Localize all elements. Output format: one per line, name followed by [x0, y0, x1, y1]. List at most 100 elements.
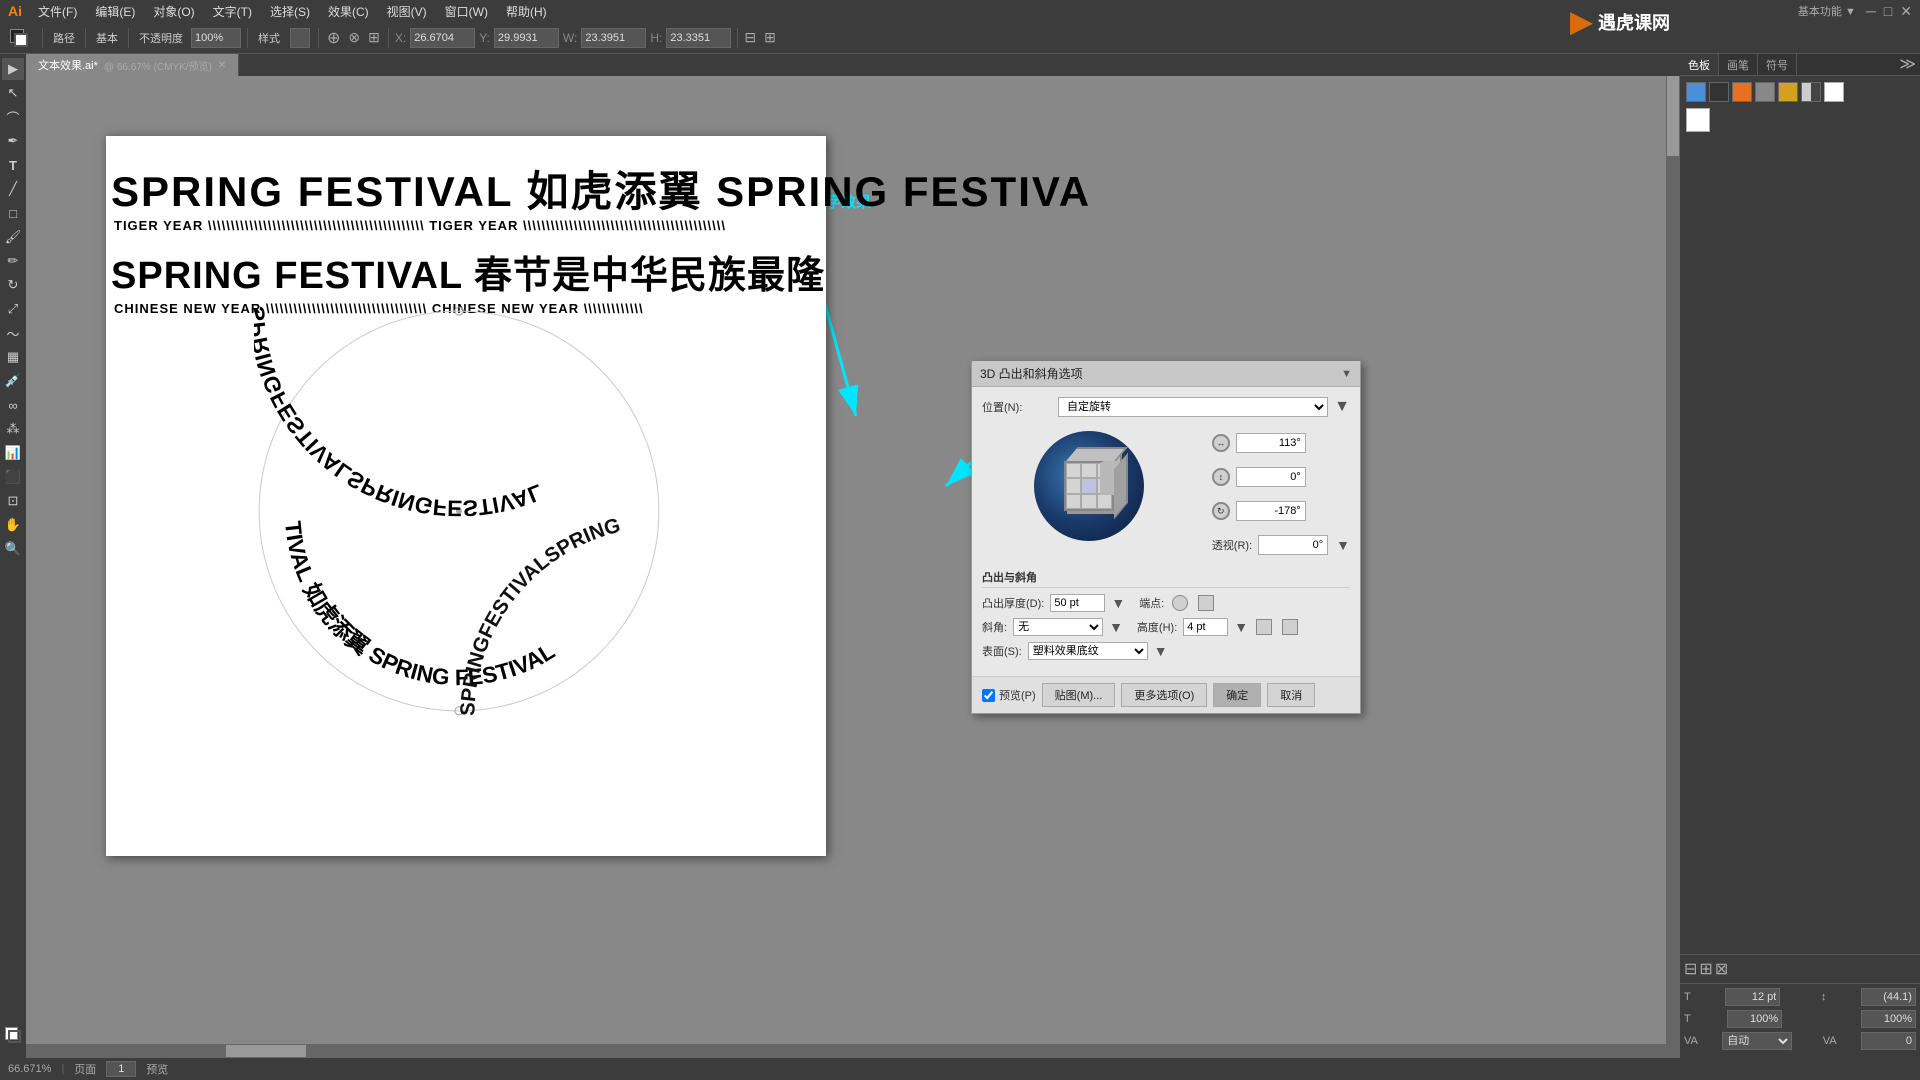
sphere-widget[interactable]: [1034, 431, 1144, 541]
dialog-3d-title[interactable]: 3D 凸出和斜角选项 ▼: [972, 361, 1360, 387]
line-tool[interactable]: ╱: [2, 178, 24, 200]
lasso-tool[interactable]: ⌒: [2, 106, 24, 128]
warp-tool[interactable]: 〜: [2, 322, 24, 344]
opacity-input[interactable]: [191, 28, 241, 48]
panel-collapse-btn[interactable]: ≫: [1895, 54, 1920, 75]
vertical-scroll-thumb[interactable]: [1667, 76, 1679, 156]
bevel-out-btn[interactable]: [1282, 619, 1298, 635]
gradient-tool[interactable]: ▦: [2, 346, 24, 368]
page-input[interactable]: [106, 1061, 136, 1077]
tracking-input[interactable]: [1727, 1010, 1782, 1028]
w-input[interactable]: [581, 28, 646, 48]
surface-select[interactable]: 塑料效果底纹: [1028, 642, 1148, 660]
bevel-in-btn[interactable]: [1256, 619, 1272, 635]
align-left-btn[interactable]: ⊟: [1684, 959, 1697, 979]
position-select[interactable]: 自定旋转: [1058, 397, 1328, 417]
height-input[interactable]: [1183, 618, 1228, 636]
transform-icon1[interactable]: ⊕: [327, 28, 340, 48]
swatch-gradient[interactable]: [1801, 82, 1821, 102]
selection-tool[interactable]: ▶: [2, 58, 24, 80]
swatch-blue[interactable]: [1686, 82, 1706, 102]
menu-select[interactable]: 选择(S): [262, 1, 318, 22]
align-icon[interactable]: ⊟: [744, 29, 756, 46]
slice-tool[interactable]: ⊡: [2, 490, 24, 512]
angle1-input[interactable]: [1236, 433, 1306, 453]
ok-btn[interactable]: 确定: [1213, 683, 1261, 707]
panel-tab-brushes[interactable]: 画笔: [1719, 54, 1758, 75]
map-btn[interactable]: 贴图(M)...: [1042, 683, 1116, 707]
angle3-input[interactable]: [1236, 501, 1306, 521]
swatch-gold[interactable]: [1778, 82, 1798, 102]
hand-tool[interactable]: ✋: [2, 514, 24, 536]
menu-file[interactable]: 文件(F): [30, 1, 85, 22]
preview-check-input[interactable]: [982, 689, 995, 702]
panel-tab-symbols[interactable]: 符号: [1758, 54, 1797, 75]
menu-type[interactable]: 文字(T): [205, 1, 260, 22]
rect-tool[interactable]: □: [2, 202, 24, 224]
transform-icon2[interactable]: ⊗: [348, 29, 360, 46]
distribute-icon[interactable]: ⊞: [764, 29, 776, 46]
eyedropper-tool[interactable]: 💉: [2, 370, 24, 392]
more-btn[interactable]: 更多选项(O): [1121, 683, 1207, 707]
swatch-dark[interactable]: [1709, 82, 1729, 102]
menu-window[interactable]: 窗口(W): [437, 1, 496, 22]
scale-tool[interactable]: ⤢: [2, 298, 24, 320]
drawing-canvas[interactable]: 调整立体角度来调整文字的角度，做出环形文字效果 SPRING FESTIVAL …: [26, 76, 1680, 1058]
direct-select-tool[interactable]: ↖: [2, 82, 24, 104]
menu-view[interactable]: 视图(V): [379, 1, 435, 22]
vertical-scrollbar[interactable]: [1666, 76, 1680, 1058]
panel-tab-color[interactable]: 色板: [1680, 54, 1719, 75]
transform-icon3[interactable]: ⊞: [368, 29, 380, 46]
type-tool[interactable]: T: [2, 154, 24, 176]
document-tab[interactable]: 文本效果.ai* @ 66.67% (CMYK/预览) ✕: [26, 54, 239, 76]
bevel-type-expand[interactable]: ▼: [1109, 619, 1123, 635]
blend-tool[interactable]: ∞: [2, 394, 24, 416]
zoom-tool[interactable]: 🔍: [2, 538, 24, 560]
menu-edit[interactable]: 编辑(E): [87, 1, 143, 22]
corner-round-btn[interactable]: [1172, 595, 1188, 611]
perspective-expand[interactable]: ▼: [1336, 537, 1350, 553]
horizontal-scroll-thumb[interactable]: [226, 1045, 306, 1057]
bevel-depth-input[interactable]: [1050, 594, 1105, 612]
pencil-tool[interactable]: ✏: [2, 250, 24, 272]
angle2-input[interactable]: [1236, 467, 1306, 487]
horizontal-scrollbar[interactable]: [26, 1044, 1666, 1058]
menu-help[interactable]: 帮助(H): [498, 1, 555, 22]
x-input[interactable]: [410, 28, 475, 48]
swatch-white[interactable]: [1824, 82, 1844, 102]
h-input[interactable]: [666, 28, 731, 48]
close-btn[interactable]: ✕: [1900, 3, 1912, 20]
fill-stroke-widget-left[interactable]: [2, 1024, 24, 1046]
dialog-expand-icon[interactable]: ▼: [1341, 368, 1352, 380]
swatch-orange[interactable]: [1732, 82, 1752, 102]
preview-checkbox[interactable]: 预览(P): [982, 687, 1036, 703]
perspective-input[interactable]: [1258, 535, 1328, 555]
cancel-btn[interactable]: 取消: [1267, 683, 1315, 707]
style-swatch[interactable]: [290, 28, 310, 48]
fill-stroke-widget[interactable]: [6, 25, 32, 51]
tab-close-icon[interactable]: ✕: [218, 60, 226, 71]
surface-expand[interactable]: ▼: [1154, 643, 1168, 659]
align-center-btn[interactable]: ⊞: [1699, 959, 1712, 979]
maximize-btn[interactable]: □: [1884, 3, 1892, 19]
align-right-btn[interactable]: ⊠: [1715, 959, 1728, 979]
menu-effect[interactable]: 效果(C): [320, 1, 377, 22]
baseline-select[interactable]: 自动: [1722, 1032, 1792, 1050]
leading-input[interactable]: [1861, 988, 1916, 1006]
rotate-tool[interactable]: ↻: [2, 274, 24, 296]
swatch-white2[interactable]: [1686, 108, 1710, 132]
menu-object[interactable]: 对象(O): [145, 1, 202, 22]
pen-tool[interactable]: ✒: [2, 130, 24, 152]
kerning-input[interactable]: [1861, 1032, 1916, 1050]
y-input[interactable]: [494, 28, 559, 48]
swatch-gray[interactable]: [1755, 82, 1775, 102]
artboard-tool[interactable]: ⬛: [2, 466, 24, 488]
paintbrush-tool[interactable]: 🖌: [2, 226, 24, 248]
minimize-btn[interactable]: ─: [1866, 3, 1876, 19]
bevel-select[interactable]: 无: [1013, 618, 1103, 636]
symbol-tool[interactable]: ⁂: [2, 418, 24, 440]
position-expand[interactable]: ▼: [1334, 398, 1350, 416]
height-expand[interactable]: ▼: [1234, 619, 1248, 635]
bevel-expand[interactable]: ▼: [1111, 595, 1125, 611]
type-size-input[interactable]: [1725, 988, 1780, 1006]
